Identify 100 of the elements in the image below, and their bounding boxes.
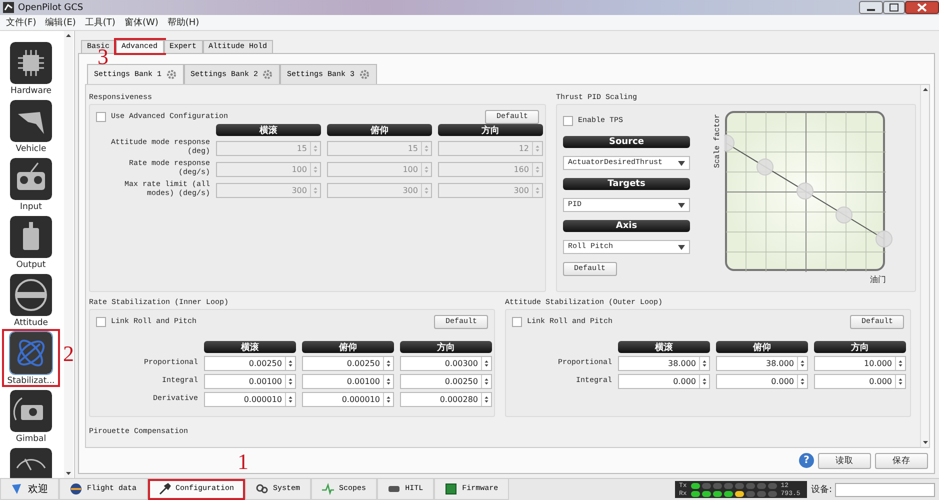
column-header: 横滚 [618, 341, 710, 353]
spin-arrows-icon [797, 375, 807, 388]
sidebar-tile-icon [10, 448, 52, 478]
bottom-tab[interactable]: 欢迎 [0, 479, 59, 500]
footer-button[interactable]: 保存 [875, 452, 928, 468]
spin-box[interactable]: 0.000 [716, 374, 808, 389]
gear-icon [262, 69, 274, 80]
spin-box[interactable]: 0.00250 [400, 374, 492, 389]
sidebar-item[interactable]: Attitude [2, 271, 60, 329]
spin-box[interactable]: 0.000010 [302, 392, 394, 407]
menu-item[interactable]: 工具(T) [84, 16, 116, 29]
sidebar-item[interactable]: Hardware [2, 39, 60, 97]
spin-box[interactable]: 0.00250 [302, 356, 394, 371]
gear-icon [358, 69, 370, 80]
checkbox[interactable] [96, 317, 106, 327]
column-header: 方向 [400, 341, 492, 353]
menu-item[interactable]: 帮助(H) [167, 16, 200, 29]
sidebar-label: Stabilizat... [7, 376, 55, 386]
spin-arrows-icon [481, 393, 491, 406]
spin-box[interactable]: 38.000 [618, 356, 710, 371]
menu-item[interactable]: 窗体(W) [124, 16, 158, 29]
spin-arrows-icon [481, 375, 491, 388]
selector-header: Targets [563, 178, 690, 190]
column-header: 横滚 [216, 124, 321, 136]
dropdown-arrow-icon [678, 160, 685, 166]
menu-item[interactable]: 文件(F) [6, 16, 36, 29]
sidebar-item[interactable]: Stabilizat... [2, 329, 60, 387]
gear-icon [166, 69, 177, 80]
selector-header: Axis [563, 220, 690, 232]
callout-number: 1 [238, 451, 249, 473]
minimize-icon[interactable] [859, 1, 883, 14]
tab-icon [70, 483, 82, 495]
sidebar-tile-icon [10, 100, 52, 142]
spin-arrows-icon [481, 357, 491, 370]
sidebar-tile-icon [10, 216, 52, 258]
dropdown-arrow-icon [678, 244, 685, 250]
footer-button[interactable]: 读取 [818, 452, 871, 468]
dropdown-arrow-icon [678, 202, 685, 208]
spin-arrows-icon [310, 142, 320, 154]
spin-arrows-icon [895, 375, 905, 388]
column-header: 俯仰 [302, 341, 394, 353]
sidebar-tile-icon [10, 332, 52, 374]
spin-box[interactable]: 0.00100 [204, 374, 296, 389]
spin-box[interactable]: 0.000 [618, 374, 710, 389]
spin-box[interactable]: 10.000 [814, 356, 906, 371]
device-dropdown[interactable] [835, 482, 935, 496]
spin-arrows-icon [421, 184, 431, 196]
spin-arrows-icon [699, 357, 709, 370]
sidebar-label: Gimbal [16, 434, 46, 444]
column-header: 方向 [438, 124, 543, 136]
tab-icon [445, 483, 458, 495]
app-logo-icon [3, 2, 14, 13]
spin-box[interactable]: 0.00300 [400, 356, 492, 371]
close-icon[interactable] [905, 1, 939, 14]
spin-arrows-icon [383, 357, 393, 370]
spin-arrows-icon [310, 162, 320, 176]
menu-item[interactable]: 编辑(E) [45, 16, 76, 29]
sidebar-label: Input [20, 202, 42, 212]
device-label: 设备: [810, 484, 832, 496]
help-button[interactable]: ? [799, 453, 814, 468]
spin-arrows-icon [285, 393, 295, 406]
sidebar-label: Hardware [10, 86, 52, 96]
callout-number: 2 [63, 343, 74, 365]
sidebar-item[interactable]: Vehicle [2, 97, 60, 155]
axis-label: 油门 [870, 274, 886, 285]
column-header: 方向 [814, 341, 906, 353]
spin-arrows-icon [285, 375, 295, 388]
spin-arrows-icon [532, 184, 542, 196]
sidebar-item[interactable]: Output [2, 213, 60, 271]
spin-arrows-icon [310, 184, 320, 196]
spin-box[interactable]: 0.000280 [400, 392, 492, 407]
checkbox[interactable] [563, 116, 573, 126]
spin-arrows-icon [532, 162, 542, 176]
spin-arrows-icon [421, 162, 431, 176]
sidebar-tile-icon [10, 390, 52, 432]
spin-arrows-icon [421, 142, 431, 154]
sidebar-tile-icon [10, 274, 52, 316]
sidebar-tile-icon [10, 158, 52, 200]
sidebar-label: Output [16, 260, 46, 270]
spin-arrows-icon [383, 393, 393, 406]
spin-box[interactable]: 38.000 [716, 356, 808, 371]
checkbox[interactable] [512, 317, 522, 327]
sidebar-label: Vehicle [16, 144, 46, 154]
sidebar-item[interactable]: Gimbal [2, 387, 60, 445]
window-title: OpenPilot GCS [18, 2, 84, 12]
sidebar-item[interactable]: Input [2, 155, 60, 213]
spin-box[interactable]: 0.000 [814, 374, 906, 389]
column-header: 俯仰 [716, 341, 808, 353]
spin-box[interactable]: 0.000010 [204, 392, 296, 407]
tab-icon [256, 483, 268, 495]
sidebar-label: Attitude [14, 318, 48, 328]
maximize-icon[interactable] [883, 1, 905, 14]
spin-box[interactable]: 0.00100 [302, 374, 394, 389]
spin-arrows-icon [532, 142, 542, 154]
spin-box[interactable]: 0.00250 [204, 356, 296, 371]
spin-arrows-icon [383, 375, 393, 388]
tab-icon [388, 483, 400, 495]
column-header: 俯仰 [327, 124, 432, 136]
spin-arrows-icon [699, 375, 709, 388]
spin-arrows-icon [895, 357, 905, 370]
